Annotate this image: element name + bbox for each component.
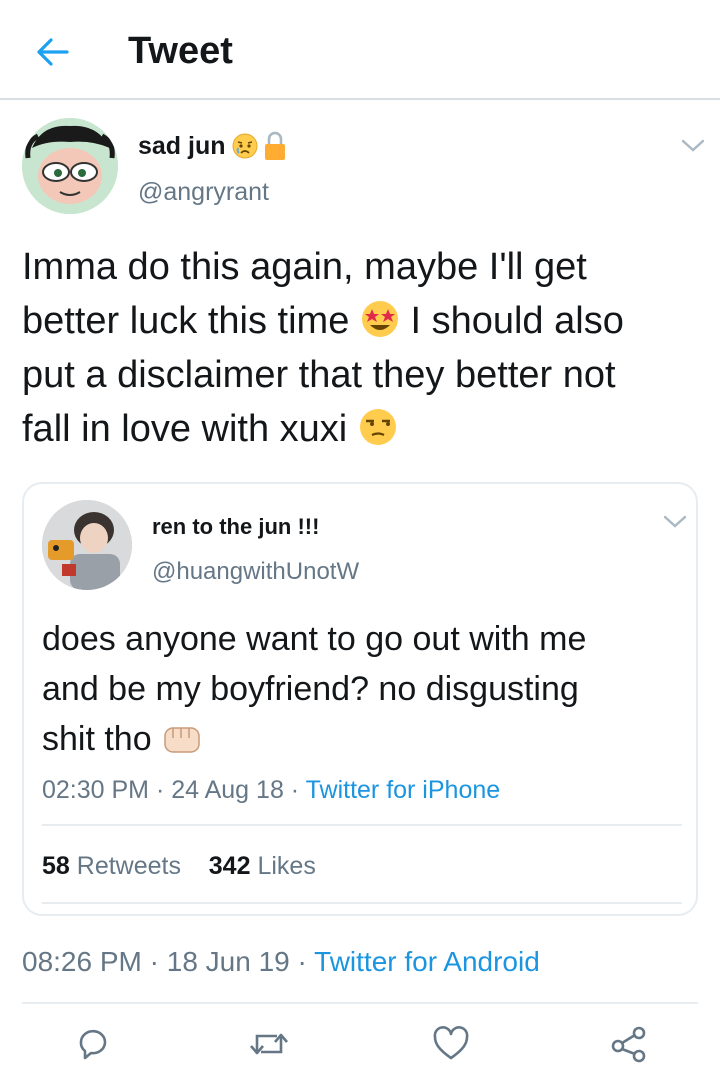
quoted-author-handle[interactable]: @huangwithUnotW xyxy=(152,558,359,586)
quoted-tweet-text: does anyone want to go out with me and b… xyxy=(42,614,682,764)
author-avatar[interactable] xyxy=(22,118,118,214)
tweet-line: Imma do this again, maybe I'll get xyxy=(22,246,587,288)
tweet-line-part: better luck this time xyxy=(22,300,350,342)
reply-button[interactable] xyxy=(68,1022,118,1066)
separator: · xyxy=(141,946,167,977)
quoted-author-avatar[interactable] xyxy=(42,500,132,590)
tweet-text: Imma do this again, maybe I'll get bette… xyxy=(22,240,712,456)
divider xyxy=(42,824,682,826)
like-button[interactable] xyxy=(426,1022,476,1066)
quoted-tweet-meta: 02:30 PM · 24 Aug 18 · Twitter for iPhon… xyxy=(42,776,500,805)
tweet-line-part: I should also xyxy=(410,300,624,342)
separator: · xyxy=(289,946,315,977)
separator: · xyxy=(149,776,172,804)
tweet-time: 08:26 PM xyxy=(22,946,142,977)
quoted-source-link[interactable]: Twitter for iPhone xyxy=(306,776,501,804)
quoted-line: and be my boyfriend? no disgusting xyxy=(42,670,579,708)
avatar-image xyxy=(42,500,132,590)
tweet-line: fall in love with xuxi xyxy=(22,402,712,456)
separator: · xyxy=(283,776,306,804)
retweet-button[interactable] xyxy=(244,1022,294,1066)
share-button[interactable] xyxy=(604,1022,654,1066)
page-title: Tweet xyxy=(128,30,233,72)
tweet-meta: 08:26 PM · 18 Jun 19 · Twitter for Andro… xyxy=(22,946,540,978)
quoted-tweet-card[interactable]: ren to the jun !!! @huangwithUnotW does … xyxy=(22,482,698,916)
tweet-date: 18 Jun 19 xyxy=(166,946,290,977)
lock-icon xyxy=(264,131,285,160)
back-button[interactable] xyxy=(30,30,74,74)
chevron-down-icon[interactable] xyxy=(662,514,688,530)
oncoming-fist-emoji xyxy=(164,727,200,753)
quoted-line: shit tho xyxy=(42,714,682,764)
quoted-line-part: shit tho xyxy=(42,720,152,758)
likes-count: 342 xyxy=(208,852,251,880)
tweet-line: better luck this time I should also xyxy=(22,294,712,348)
like-icon xyxy=(433,1026,469,1060)
top-bar: Tweet xyxy=(0,0,720,100)
divider xyxy=(42,902,682,904)
author-handle[interactable]: @angryrant xyxy=(138,178,269,207)
unamused-face-emoji xyxy=(359,409,396,445)
reply-icon xyxy=(79,1029,107,1060)
retweets-label: Retweets xyxy=(76,852,181,880)
chevron-down-icon[interactable] xyxy=(680,138,706,154)
quoted-line: does anyone want to go out with me xyxy=(42,620,587,658)
author-display-name: sad jun xyxy=(138,131,226,160)
star-struck-emoji xyxy=(361,301,398,337)
avatar-image xyxy=(22,118,118,214)
retweets-stat[interactable]: 58 Retweets xyxy=(42,852,181,880)
tweet-source-link[interactable]: Twitter for Android xyxy=(314,946,540,977)
author-name[interactable]: sad jun xyxy=(138,131,286,161)
retweets-count: 58 xyxy=(42,852,70,880)
tweet-line-part: fall in love with xuxi xyxy=(22,408,348,450)
arrow-left-icon xyxy=(37,38,69,66)
share-icon xyxy=(611,1026,646,1063)
tweet-line: put a disclaimer that they better not xyxy=(22,354,616,396)
likes-stat[interactable]: 342 Likes xyxy=(209,852,316,880)
quoted-tweet-stats: 58 Retweets 342 Likes xyxy=(42,852,316,881)
quoted-author-name[interactable]: ren to the jun !!! xyxy=(152,514,319,540)
quoted-date: 24 Aug 18 xyxy=(171,776,284,804)
likes-label: Likes xyxy=(257,852,316,880)
quoted-time: 02:30 PM xyxy=(42,776,150,804)
weary-face-emoji xyxy=(232,133,258,159)
divider xyxy=(22,1002,698,1004)
retweet-icon xyxy=(250,1033,288,1055)
